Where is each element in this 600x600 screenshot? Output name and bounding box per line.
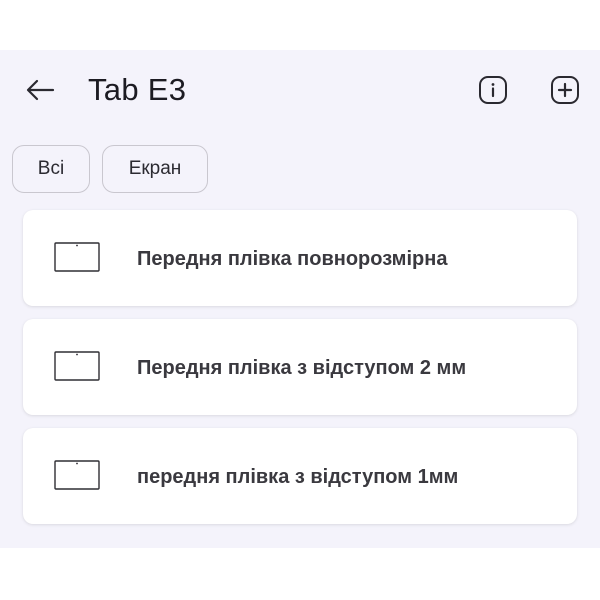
screen-film-icon <box>54 460 100 490</box>
list-item-label: Передня плівка повнорозмірна <box>137 248 448 270</box>
info-button[interactable] <box>475 72 511 108</box>
screen-film-icon <box>54 351 100 381</box>
back-button[interactable] <box>20 72 60 108</box>
list-item[interactable]: передня плівка з відступом 1мм <box>23 428 577 524</box>
add-button[interactable] <box>547 72 583 108</box>
app-bar: Tab E3 <box>0 50 600 130</box>
list-item-label: передня плівка з відступом 1мм <box>137 466 459 488</box>
filter-chip-all[interactable]: Всі <box>12 145 90 193</box>
list-item[interactable]: Передня плівка з відступом 2 мм <box>23 319 577 415</box>
list-item-label: Передня плівка з відступом 2 мм <box>137 357 467 379</box>
screen-film-icon <box>54 242 100 272</box>
list-item[interactable]: Передня плівка повнорозмірна <box>23 210 577 306</box>
filter-chip-screen[interactable]: Екран <box>102 145 208 193</box>
screen: Tab E3 Всі Екран Передня плівка повнороз… <box>0 50 600 548</box>
arrow-left-icon <box>26 79 55 101</box>
add-icon <box>551 76 579 104</box>
page-title: Tab E3 <box>88 72 187 107</box>
info-icon <box>479 76 507 104</box>
